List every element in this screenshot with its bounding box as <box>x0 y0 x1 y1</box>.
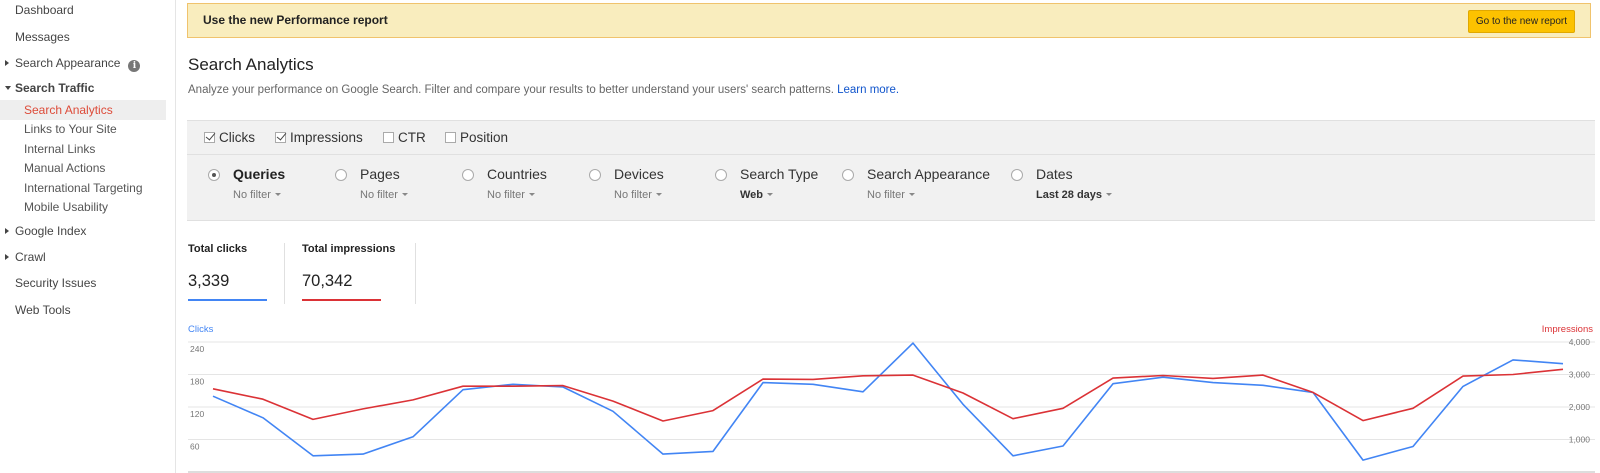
y-right-tick-label: 2,000 <box>1569 402 1591 412</box>
y-left-tick-label: 60 <box>190 442 200 452</box>
y-right-tick-label: 4,000 <box>1569 337 1591 347</box>
impressions-series-line <box>212 368 1564 422</box>
y-right-tick-label: 3,000 <box>1569 370 1591 380</box>
search-analytics-chart[interactable]: 240 180 120 60 4,000 3,000 2,000 1,000 <box>0 0 1600 473</box>
y-left-tick-label: 180 <box>190 377 204 387</box>
y-left-tick-label: 120 <box>190 409 204 419</box>
clicks-series-line <box>212 342 1564 461</box>
y-right-tick-label: 1,000 <box>1569 435 1591 445</box>
y-left-tick-label: 240 <box>190 344 204 354</box>
